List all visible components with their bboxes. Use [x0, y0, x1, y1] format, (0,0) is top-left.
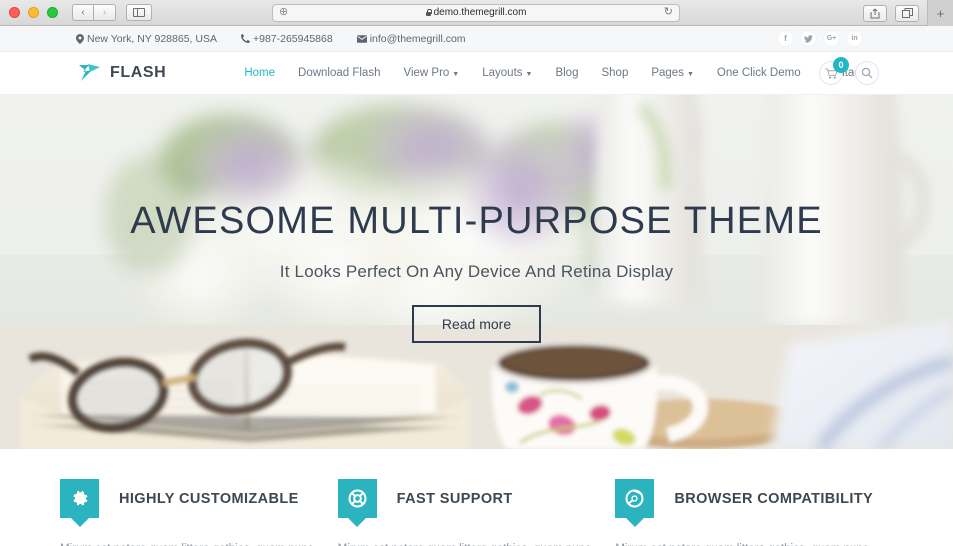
nav-item-pages[interactable]: Pages ▼: [651, 67, 694, 79]
url-text-wrap: demo.themegrill.com: [288, 7, 664, 18]
close-window-button[interactable]: [9, 7, 20, 18]
address-bar[interactable]: ⊕ demo.themegrill.com ↻: [272, 3, 680, 22]
maximize-window-button[interactable]: [47, 7, 58, 18]
hero-content: AWESOME MULTI-PURPOSE THEME It Looks Per…: [0, 95, 953, 449]
nav-actions: 0: [819, 57, 879, 85]
hero-subtitle: It Looks Perfect On Any Device And Retin…: [279, 262, 674, 282]
hero-section: AWESOME MULTI-PURPOSE THEME It Looks Per…: [0, 95, 953, 449]
facebook-glyph: f: [784, 34, 787, 43]
show-tabs-button[interactable]: [895, 4, 919, 22]
nav-item-one-click-demo[interactable]: One Click Demo: [717, 67, 801, 79]
browser-right-controls: +: [863, 0, 953, 26]
google-plus-glyph: G+: [826, 35, 837, 42]
back-button[interactable]: ‹: [72, 4, 94, 21]
social-twitter-icon[interactable]: [800, 30, 817, 47]
feature-title: FAST SUPPORT: [396, 490, 513, 507]
nav-item-layouts[interactable]: Layouts ▼: [482, 67, 532, 79]
feature-highly-customizable: HIGHLY CUSTOMIZABLE Mirum est notare qua…: [60, 479, 338, 546]
lock-icon: [425, 9, 432, 16]
reload-icon[interactable]: ↻: [664, 7, 673, 18]
site-topbar: New York, NY 928865, USA +987-265945868 …: [0, 26, 953, 52]
main-navigation: FLASH Home Download Flash View Pro ▼ Layo…: [0, 52, 953, 95]
phone-icon: [240, 34, 250, 43]
feature-description: Mirum est notare quam littera gothica, q…: [60, 541, 320, 546]
forward-button[interactable]: ›: [94, 4, 116, 21]
chevron-down-icon: ▼: [686, 70, 694, 78]
tabs-icon: [901, 8, 913, 18]
chrome-icon: [615, 479, 655, 518]
feature-title: BROWSER COMPATIBILITY: [674, 490, 874, 507]
nav-item-home-label: Home: [244, 67, 276, 79]
nav-item-view-pro[interactable]: View Pro ▼: [403, 67, 459, 79]
flash-logo-icon: [79, 64, 100, 81]
nav-item-pages-label: Pages: [651, 67, 684, 79]
feature-browser-compatibility: BROWSER COMPATIBILITY Mirum est notare q…: [615, 479, 893, 546]
chevron-down-icon: ▼: [452, 70, 460, 78]
feature-description: Mirum est notare quam littera gothica, q…: [615, 541, 875, 546]
nav-item-download-flash[interactable]: Download Flash: [298, 67, 380, 79]
social-linkedin-icon[interactable]: in: [846, 30, 863, 47]
envelope-icon: [356, 34, 367, 43]
social-google-plus-icon[interactable]: G+: [823, 30, 840, 47]
nav-item-view-pro-label: View Pro: [403, 67, 450, 79]
nav-item-home[interactable]: Home: [244, 67, 275, 79]
search-button[interactable]: [855, 61, 879, 85]
url-text: demo.themegrill.com: [433, 7, 527, 18]
feature-head: BROWSER COMPATIBILITY: [615, 479, 875, 518]
nav-item-shop-label: Shop: [601, 67, 629, 79]
sidebar-icon: [133, 8, 145, 17]
life-ring-icon: [337, 479, 377, 518]
address-item: New York, NY 928865, USA: [76, 33, 217, 45]
browser-nav-buttons: ‹ ›: [72, 4, 116, 21]
feature-head: FAST SUPPORT: [337, 479, 598, 518]
nav-item-shop[interactable]: Shop: [601, 67, 628, 79]
add-bookmark-icon[interactable]: ⊕: [279, 7, 288, 18]
social-facebook-icon[interactable]: f: [777, 30, 794, 47]
gear-icon: [60, 479, 99, 518]
nav-item-blog-label: Blog: [555, 67, 579, 79]
social-links: f G+ in: [777, 30, 937, 47]
nav-item-one-click-demo-label: One Click Demo: [716, 67, 801, 79]
address-text: New York, NY 928865, USA: [87, 32, 217, 45]
new-tab-button[interactable]: +: [927, 0, 953, 26]
location-pin-icon: [76, 33, 84, 44]
nav-menu: Home Download Flash View Pro ▼ Layouts ▼ B…: [244, 67, 863, 79]
minimize-window-button[interactable]: [28, 7, 39, 18]
site-brand[interactable]: FLASH: [0, 63, 166, 83]
share-icon: [870, 8, 880, 18]
cart-button[interactable]: 0: [819, 57, 849, 85]
phone-text: +987-265945868: [252, 32, 333, 45]
feature-title: HIGHLY CUSTOMIZABLE: [119, 490, 299, 507]
feature-fast-support: FAST SUPPORT Mirum est notare quam litte…: [337, 479, 616, 546]
sidebar-toggle-button[interactable]: [126, 4, 152, 21]
share-button[interactable]: [863, 4, 887, 22]
browser-chrome: ‹ › ⊕ demo.themegrill.com ↻ +: [0, 0, 953, 26]
email-item[interactable]: info@themegrill.com: [356, 32, 466, 45]
nav-item-download-flash-label: Download Flash: [298, 67, 381, 79]
nav-item-blog[interactable]: Blog: [555, 67, 578, 79]
linkedin-glyph: in: [851, 35, 858, 42]
chevron-down-icon: ▼: [525, 70, 533, 78]
email-text: info@themegrill.com: [369, 32, 466, 45]
cart-count-badge: 0: [833, 57, 849, 73]
search-icon: [861, 67, 873, 79]
phone-item[interactable]: +987-265945868: [240, 32, 333, 45]
brand-name: FLASH: [110, 64, 167, 81]
feature-description: Mirum est notare quam littera gothica, q…: [338, 541, 598, 546]
contact-info: New York, NY 928865, USA +987-265945868 …: [16, 33, 466, 45]
window-controls: [0, 7, 58, 18]
feature-head: HIGHLY CUSTOMIZABLE: [60, 479, 320, 518]
read-more-button[interactable]: Read more: [411, 305, 542, 344]
nav-item-layouts-label: Layouts: [482, 67, 523, 79]
hero-title: AWESOME MULTI-PURPOSE THEME: [130, 199, 823, 242]
features-section: HIGHLY CUSTOMIZABLE Mirum est notare qua…: [0, 449, 953, 546]
